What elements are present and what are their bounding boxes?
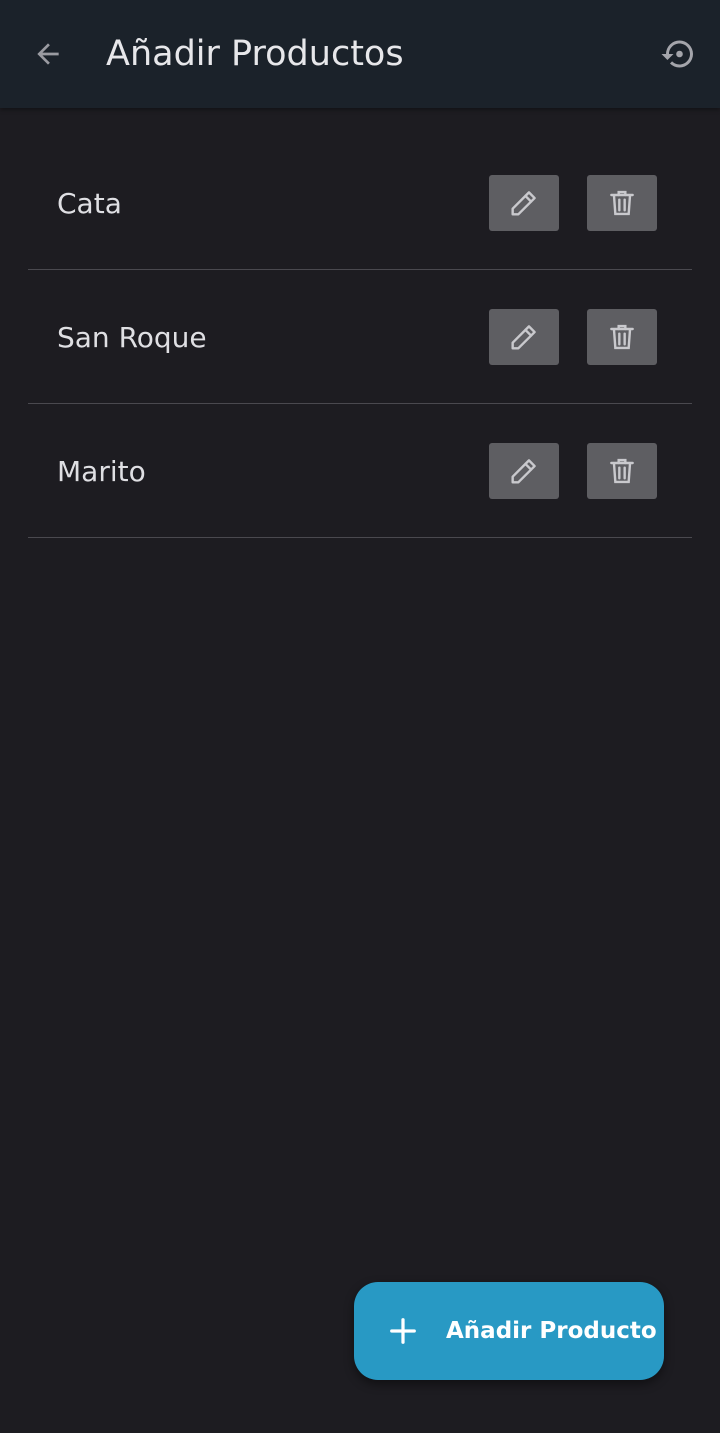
plus-icon <box>386 1314 420 1348</box>
edit-button[interactable] <box>489 443 559 499</box>
add-product-label: Añadir Producto <box>446 1318 657 1344</box>
delete-button[interactable] <box>587 443 657 499</box>
trash-icon <box>610 190 634 216</box>
product-name: Cata <box>57 187 122 220</box>
app-bar: Añadir Productos <box>0 0 720 108</box>
product-list: Cata San Roque Marito <box>28 136 692 538</box>
pencil-icon <box>511 325 536 350</box>
arrow-left-icon <box>37 43 59 65</box>
delete-button[interactable] <box>587 175 657 231</box>
pencil-icon <box>511 459 536 484</box>
add-product-button[interactable]: Añadir Producto <box>354 1282 664 1380</box>
page-title: Añadir Productos <box>106 34 404 74</box>
history-button[interactable] <box>652 28 704 80</box>
history-icon <box>661 40 693 68</box>
pencil-icon <box>511 191 536 216</box>
product-row: San Roque <box>28 270 692 404</box>
product-name: Marito <box>57 455 146 488</box>
trash-icon <box>610 324 634 350</box>
product-row: Cata <box>28 136 692 270</box>
product-name: San Roque <box>57 321 207 354</box>
back-button[interactable] <box>22 30 74 78</box>
edit-button[interactable] <box>489 175 559 231</box>
edit-button[interactable] <box>489 309 559 365</box>
delete-button[interactable] <box>587 309 657 365</box>
product-row: Marito <box>28 404 692 538</box>
trash-icon <box>610 458 634 484</box>
